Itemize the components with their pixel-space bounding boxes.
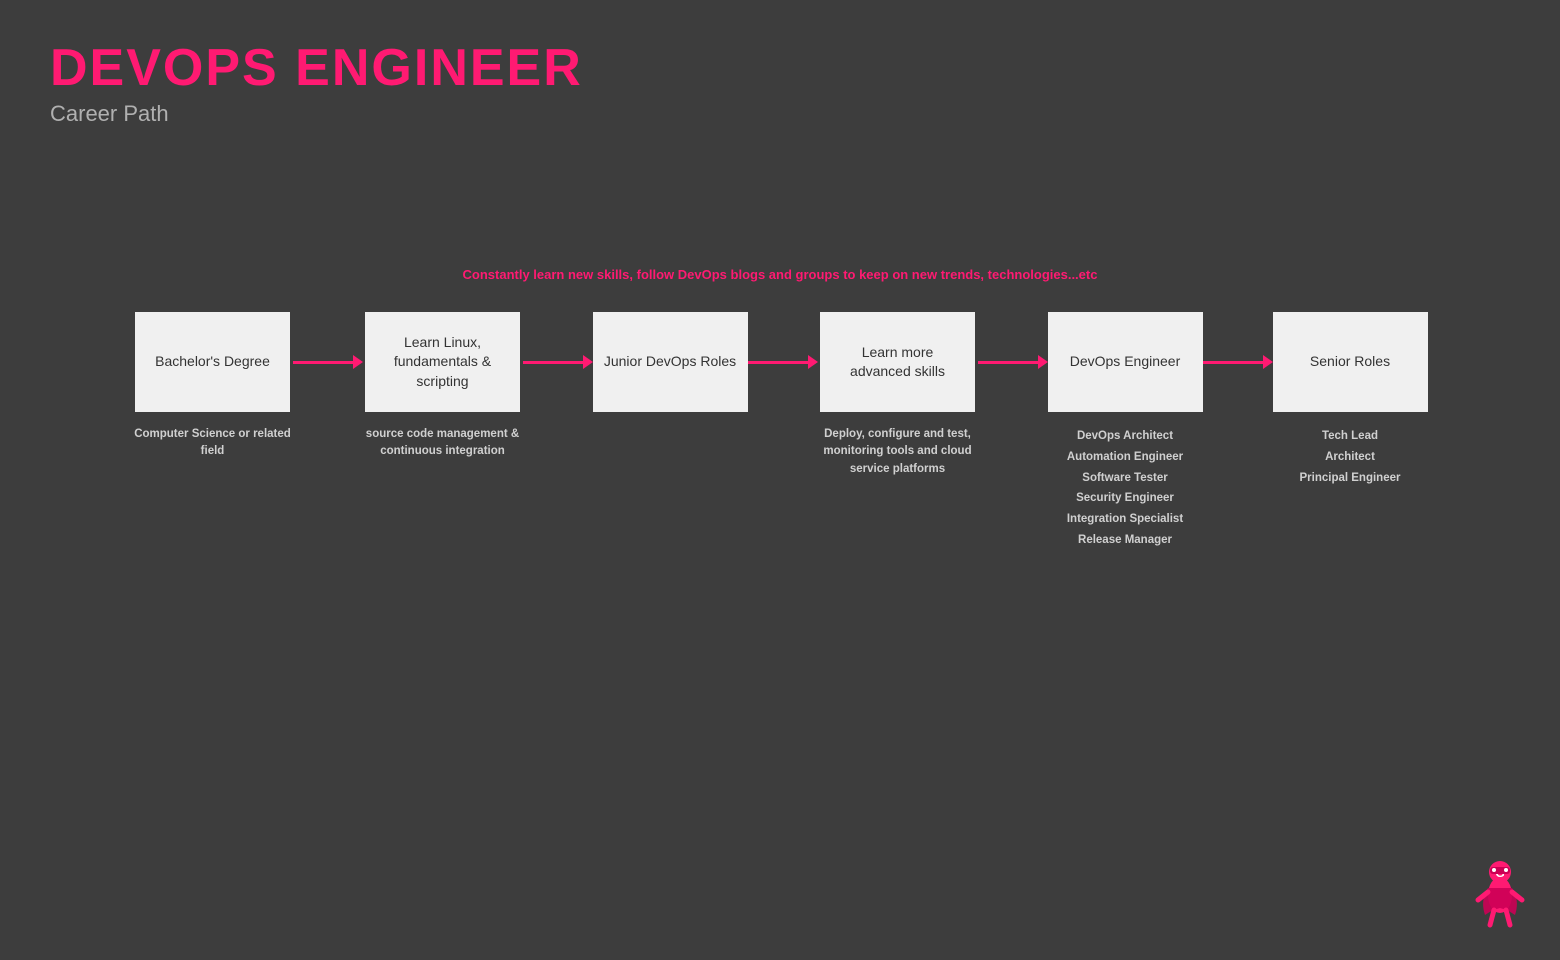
role-automation-engineer: Automation Engineer (1067, 447, 1183, 468)
box-junior: Junior DevOps Roles (593, 312, 748, 412)
role-principal-engineer: Principal Engineer (1300, 468, 1401, 489)
arrow-5 (1203, 355, 1273, 369)
page-title: DEVOPS ENGINEER (50, 40, 1510, 97)
page-header: DEVOPS ENGINEER Career Path (0, 0, 1560, 127)
line-3 (748, 361, 808, 364)
box-bachelor-label: Bachelor's Degree (155, 352, 270, 372)
label-junior (668, 426, 671, 443)
role-devops-architect: DevOps Architect (1067, 426, 1183, 447)
stage-bachelor: Bachelor's Degree Computer Science or re… (133, 312, 293, 461)
page-subtitle: Career Path (50, 101, 1510, 127)
box-devops-engineer-label: DevOps Engineer (1070, 352, 1181, 372)
box-bachelor: Bachelor's Degree (135, 312, 290, 412)
line-2 (523, 361, 583, 364)
line-5 (1203, 361, 1263, 364)
connector-4 (978, 312, 1048, 412)
box-advanced: Learn more advanced skills (820, 312, 975, 412)
role-tech-lead: Tech Lead (1300, 426, 1401, 447)
arrow-3 (748, 355, 818, 369)
label-devops-engineer-roles: DevOps Architect Automation Engineer Sof… (1067, 426, 1183, 550)
label-senior-roles: Tech Lead Architect Principal Engineer (1300, 426, 1401, 488)
arrowhead-1 (353, 355, 363, 369)
connector-2 (523, 312, 593, 412)
arrowhead-4 (1038, 355, 1048, 369)
role-security-engineer: Security Engineer (1067, 488, 1183, 509)
mascot: G (1470, 850, 1530, 930)
stage-devops-engineer: DevOps Engineer DevOps Architect Automat… (1048, 312, 1203, 550)
stage-linux: Learn Linux, fundamentals & scripting so… (363, 312, 523, 461)
stage-junior: Junior DevOps Roles (593, 312, 748, 443)
role-architect: Architect (1300, 447, 1401, 468)
box-advanced-label: Learn more advanced skills (830, 343, 965, 382)
box-senior-roles: Senior Roles (1273, 312, 1428, 412)
label-advanced: Deploy, configure and test, monitoring t… (818, 426, 978, 478)
role-release-manager: Release Manager (1067, 530, 1183, 551)
arrow-2 (523, 355, 593, 369)
role-software-tester: Software Tester (1067, 468, 1183, 489)
connector-5 (1203, 312, 1273, 412)
arrowhead-5 (1263, 355, 1273, 369)
box-linux-label: Learn Linux, fundamentals & scripting (375, 333, 510, 392)
tip-text: Constantly learn new skills, follow DevO… (0, 267, 1560, 282)
role-integration-specialist: Integration Specialist (1067, 509, 1183, 530)
label-bachelor: Computer Science or related field (133, 426, 293, 461)
arrow-4 (978, 355, 1048, 369)
label-linux: source code management & continuous inte… (363, 426, 523, 461)
flowchart: Bachelor's Degree Computer Science or re… (0, 312, 1560, 550)
arrowhead-3 (808, 355, 818, 369)
box-linux: Learn Linux, fundamentals & scripting (365, 312, 520, 412)
arrow-1 (293, 355, 363, 369)
connector-3 (748, 312, 818, 412)
mascot-svg: G (1470, 850, 1530, 930)
line-1 (293, 361, 353, 364)
box-devops-engineer: DevOps Engineer (1048, 312, 1203, 412)
connector-1 (293, 312, 363, 412)
arrowhead-2 (583, 355, 593, 369)
box-senior-roles-label: Senior Roles (1310, 352, 1390, 372)
line-4 (978, 361, 1038, 364)
stage-senior-roles: Senior Roles Tech Lead Architect Princip… (1273, 312, 1428, 488)
box-junior-label: Junior DevOps Roles (604, 352, 736, 372)
stage-advanced: Learn more advanced skills Deploy, confi… (818, 312, 978, 478)
